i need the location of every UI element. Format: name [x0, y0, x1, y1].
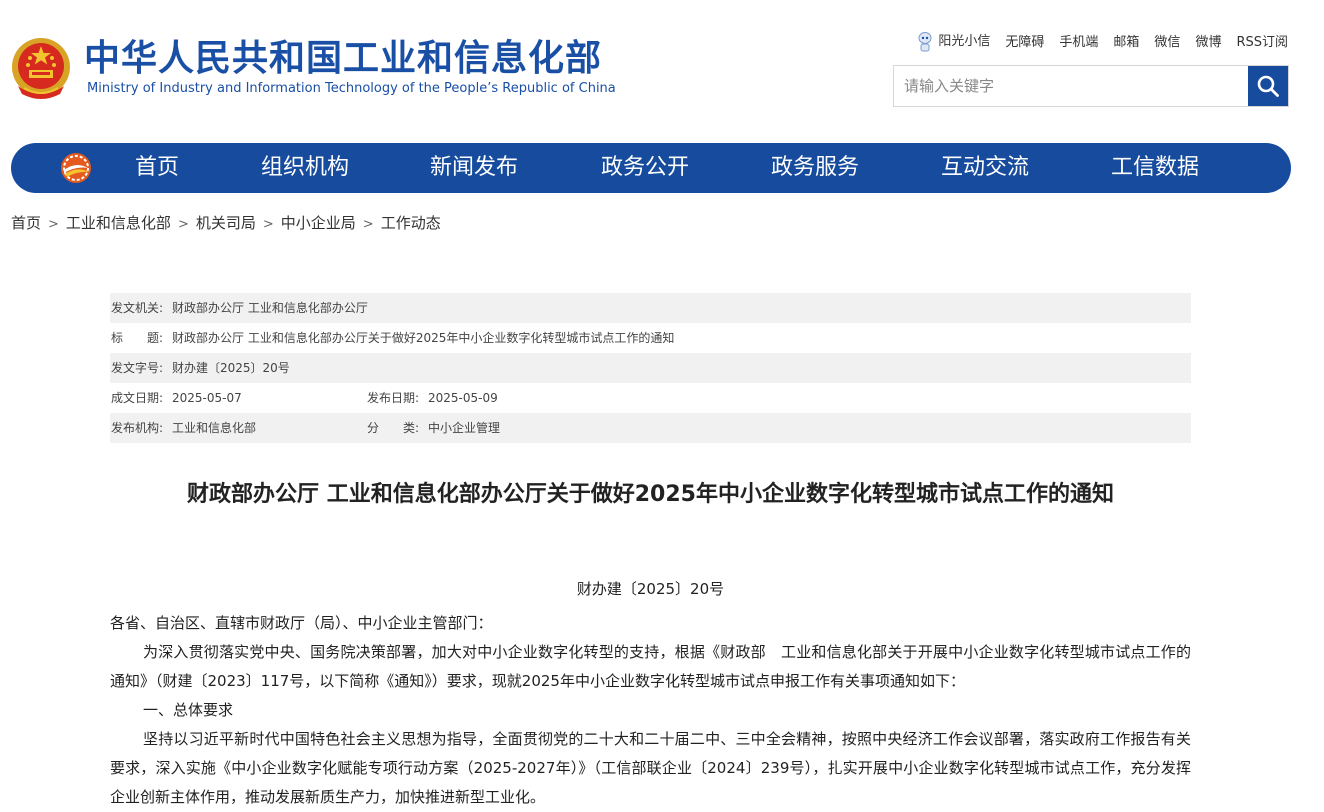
meta-row-dates: 成文日期: 2025-05-07 发布日期: 2025-05-09	[110, 383, 1191, 413]
gear-logo-icon	[61, 153, 91, 183]
meta-label: 发布机构:	[111, 421, 164, 435]
breadcrumb-work-news[interactable]: 工作动态	[381, 214, 441, 232]
breadcrumb-separator: >	[48, 217, 59, 232]
meta-label: 标 题:	[111, 331, 164, 345]
article-paragraph: 为深入贯彻落实党中央、国务院决策部署，加大对中小企业数字化转型的支持，根据《财政…	[110, 643, 1191, 690]
article-title: 财政部办公厅 工业和信息化部办公厅关于做好2025年中小企业数字化转型城市试点工…	[187, 482, 1114, 507]
document-meta-table: 发文机关: 财政部办公厅 工业和信息化部办公厅 标 题: 财政部办公厅 工业和信…	[110, 293, 1191, 443]
toplink-wechat[interactable]: 微信	[1154, 31, 1180, 50]
breadcrumb-separator: >	[177, 217, 189, 232]
article-section-heading: 一、总体要求	[143, 701, 234, 719]
top-links: 阳光小信 无障碍 手机端 邮箱 微信 微博 RSS订阅	[903, 30, 1288, 52]
meta-published-date: 2025-05-09	[428, 391, 498, 405]
breadcrumb-separator: >	[262, 217, 274, 232]
meta-org: 工业和信息化部	[172, 421, 257, 435]
meta-category: 中小企业管理	[428, 421, 501, 435]
robot-icon	[918, 31, 932, 51]
meta-row-title: 标 题: 财政部办公厅 工业和信息化部办公厅关于做好2025年中小企业数字化转型…	[110, 323, 1191, 353]
toplink-weibo[interactable]: 微博	[1195, 31, 1221, 50]
article-paragraph: 坚持以习近平新时代中国特色社会主义思想为指导，全面贯彻党的二十大和二十届二中、三…	[110, 730, 1191, 806]
meta-row-issuer: 发文机关: 财政部办公厅 工业和信息化部办公厅	[110, 293, 1191, 323]
nav-item-services[interactable]: 政务服务	[771, 143, 859, 193]
nav-item-home[interactable]: 首页	[135, 143, 179, 193]
toplink-label: 阳光小信	[938, 34, 991, 49]
meta-written-date: 2025-05-07	[172, 391, 242, 405]
search-icon	[1257, 75, 1279, 97]
toplink-sunshine[interactable]: 阳光小信	[918, 30, 990, 52]
meta-label: 发文机关:	[111, 301, 164, 315]
site-title[interactable]: 中华人民共和国工业和信息化部	[84, 36, 602, 82]
breadcrumb-home[interactable]: 首页	[11, 214, 41, 232]
meta-label: 发布日期:	[367, 391, 420, 405]
main-nav: 首页 组织机构 新闻发布 政务公开 政务服务 互动交流 工信数据	[11, 143, 1291, 193]
search-input[interactable]	[894, 66, 1249, 106]
article-salutation: 各省、自治区、直辖市财政厅（局）、中小企业主管部门：	[110, 614, 493, 632]
national-emblem-icon	[10, 36, 72, 102]
nav-item-government-info[interactable]: 政务公开	[601, 143, 689, 193]
toplink-mobile[interactable]: 手机端	[1059, 31, 1098, 50]
breadcrumb-separator: >	[362, 217, 374, 232]
meta-row-docno: 发文字号: 财办建〔2025〕20号	[110, 353, 1191, 383]
toplink-accessibility[interactable]: 无障碍	[1005, 31, 1044, 50]
nav-item-interaction[interactable]: 互动交流	[941, 143, 1029, 193]
nav-item-news[interactable]: 新闻发布	[430, 143, 518, 193]
meta-docno: 财办建〔2025〕20号	[172, 361, 290, 375]
search-box	[893, 65, 1289, 107]
nav-item-organization[interactable]: 组织机构	[261, 143, 349, 193]
meta-title: 财政部办公厅 工业和信息化部办公厅关于做好2025年中小企业数字化转型城市试点工…	[172, 331, 675, 345]
article-body: 各省、自治区、直辖市财政厅（局）、中小企业主管部门： 为深入贯彻落实党中央、国务…	[110, 609, 1191, 812]
meta-label: 成文日期:	[111, 391, 164, 405]
toplink-mail[interactable]: 邮箱	[1113, 31, 1139, 50]
meta-label: 分 类:	[367, 421, 420, 435]
search-button[interactable]	[1248, 66, 1288, 106]
breadcrumb-sme-bureau[interactable]: 中小企业局	[281, 214, 356, 232]
toplink-rss[interactable]: RSS订阅	[1236, 31, 1288, 50]
meta-row-org: 发布机构: 工业和信息化部 分 类: 中小企业管理	[110, 413, 1191, 443]
breadcrumb-ministry[interactable]: 工业和信息化部	[66, 214, 171, 232]
nav-item-data[interactable]: 工信数据	[1111, 143, 1199, 193]
breadcrumb: 首页 > 工业和信息化部 > 机关司局 > 中小企业局 > 工作动态	[11, 212, 441, 233]
article-doc-number: 财办建〔2025〕20号	[576, 580, 725, 598]
meta-label: 发文字号:	[111, 361, 164, 375]
breadcrumb-departments[interactable]: 机关司局	[196, 214, 256, 232]
meta-issuer: 财政部办公厅 工业和信息化部办公厅	[172, 301, 368, 315]
site-subtitle-en: Ministry of Industry and Information Tec…	[87, 81, 616, 96]
